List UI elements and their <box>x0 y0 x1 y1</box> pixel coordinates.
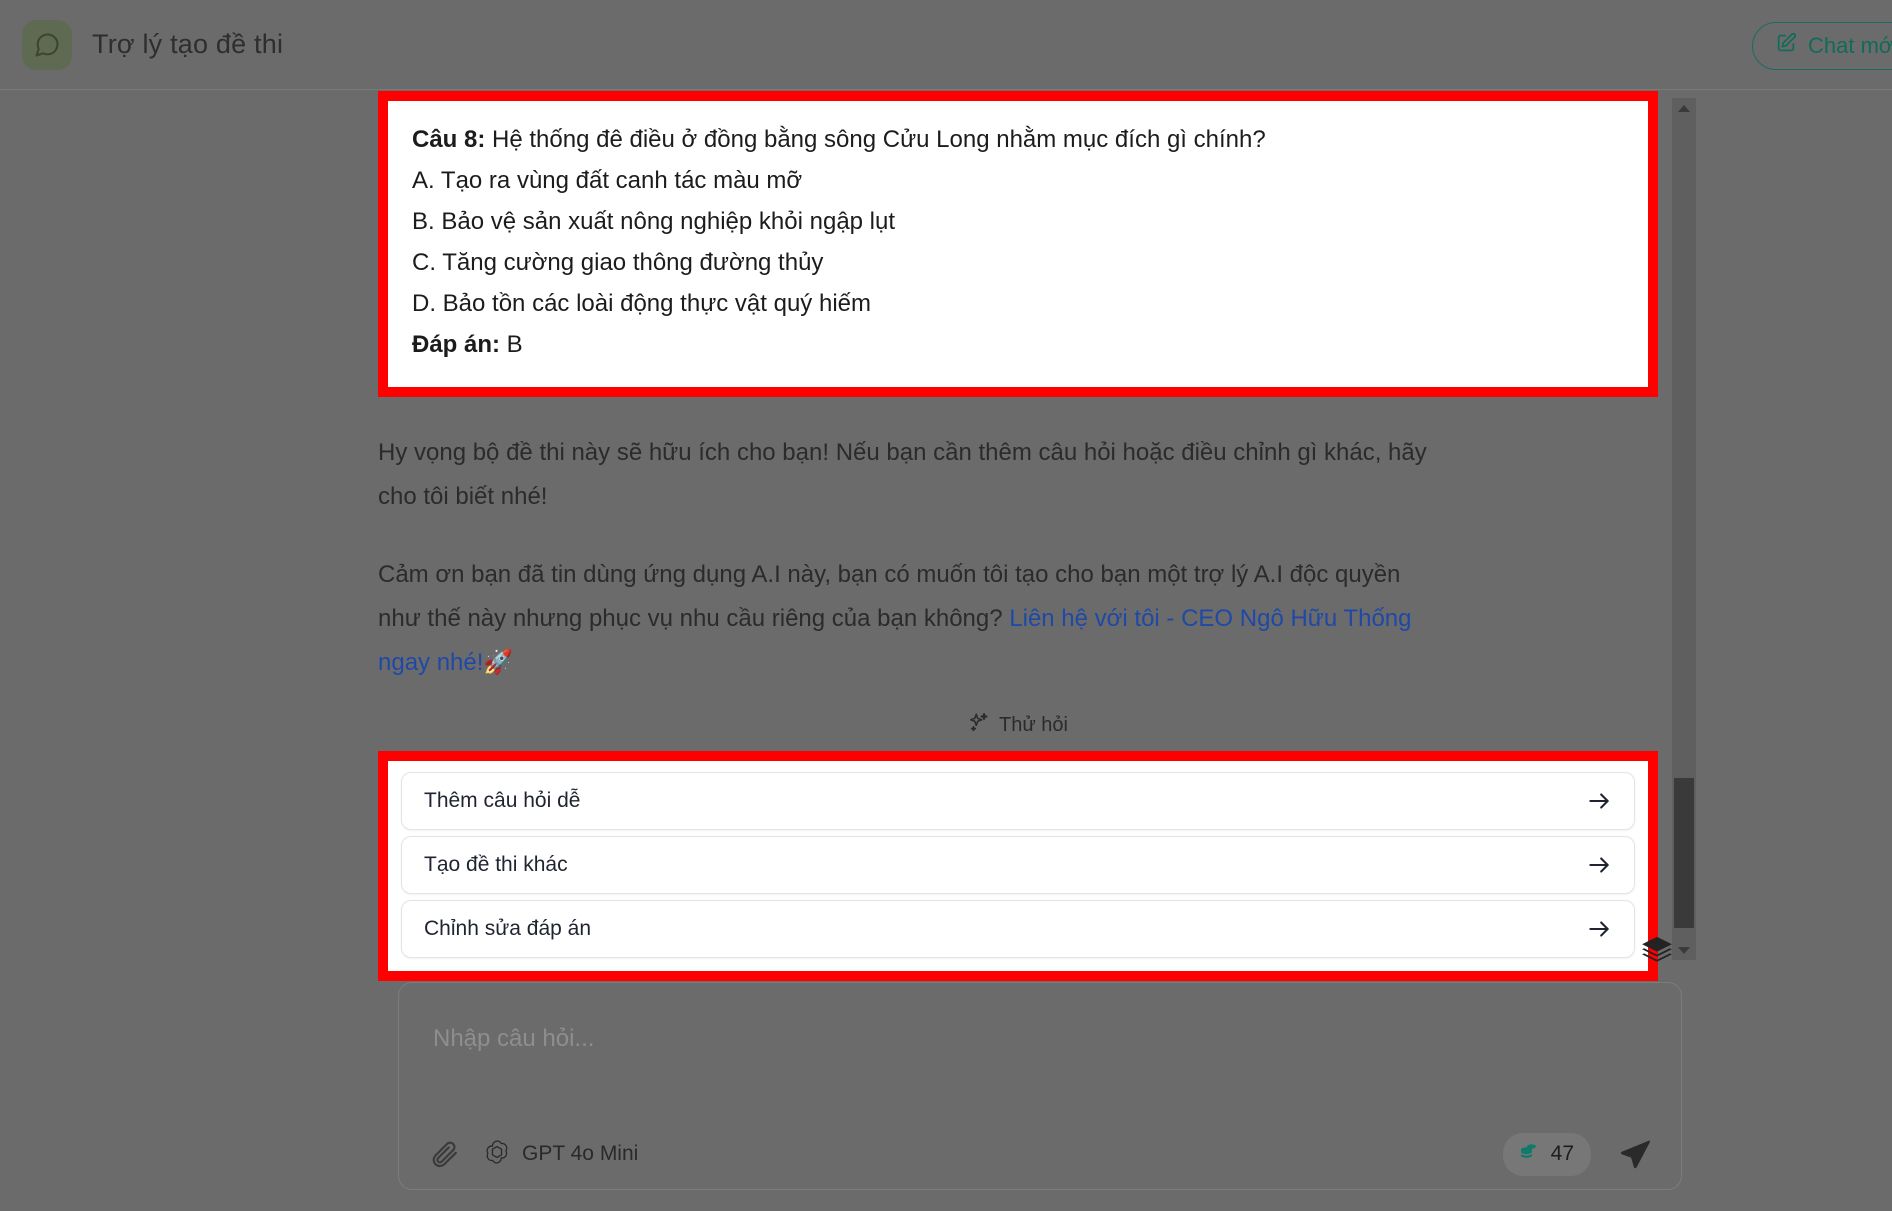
scrollbar-thumb[interactable] <box>1674 778 1694 928</box>
try-ask-label: Thử hỏi <box>999 713 1068 736</box>
assistant-avatar <box>22 19 72 70</box>
send-paper-plane-icon[interactable] <box>1617 1136 1653 1172</box>
layers-icon[interactable] <box>1640 934 1674 973</box>
answer-option-a: A. Tạo ra vùng đất canh tác màu mỡ <box>412 167 803 194</box>
arrow-right-icon <box>1586 852 1612 878</box>
credits-count: 47 <box>1550 1142 1574 1165</box>
question-label: Câu 8: <box>412 126 486 153</box>
question-line: Câu 8: Hệ thống đê điều ở đồng bằng sông… <box>412 119 1624 160</box>
question-text: Hệ thống đê điều ở đồng bằng sông Cửu Lo… <box>485 126 1266 153</box>
suggestion-card[interactable]: Thêm câu hỏi dễ <box>401 772 1635 830</box>
model-selector[interactable]: GPT 4o Mini <box>483 1138 638 1171</box>
suggestion-label: Thêm câu hỏi dễ <box>424 789 581 812</box>
answer-option-c: C. Tăng cường giao thông đường thủy <box>412 249 824 276</box>
coins-icon <box>1517 1140 1541 1169</box>
correct-answer-label: Đáp án: <box>412 331 501 358</box>
question-block: Câu 8: Hệ thống đê điều ở đồng bằng sông… <box>388 101 1648 387</box>
chat-bubble-icon <box>33 31 61 59</box>
scroll-down-arrow-icon[interactable] <box>1672 940 1696 960</box>
suggestion-label: Tạo đề thi khác <box>424 853 568 876</box>
app-header: Trợ lý tạo đề thi <box>0 0 1892 90</box>
openai-logo-icon <box>483 1138 511 1171</box>
sparkles-icon <box>968 711 990 739</box>
vertical-scrollbar[interactable] <box>1672 98 1696 960</box>
page-title: Trợ lý tạo đề thi <box>92 29 284 59</box>
scroll-up-arrow-icon[interactable] <box>1672 98 1696 118</box>
composer-toolbar: GPT 4o Mini 47 <box>399 1119 1681 1189</box>
suggestion-card[interactable]: Tạo đề thi khác <box>401 836 1635 894</box>
paperclip-icon[interactable] <box>429 1139 459 1169</box>
arrow-right-icon <box>1586 788 1612 814</box>
suggestions-highlight-box: Thêm câu hỏi dễ Tạo đề thi khác Chỉnh sử… <box>378 751 1658 981</box>
rocket-emoji-icon: 🚀 <box>483 649 514 676</box>
try-ask-header: Thử hỏi <box>378 711 1658 739</box>
model-name-label: GPT 4o Mini <box>522 1142 639 1165</box>
suggestion-card[interactable]: Chỉnh sửa đáp án <box>401 900 1635 958</box>
answer-option-d: D. Bảo tồn các loài động thực vật quý hi… <box>412 290 871 317</box>
promo-paragraph: Cảm ơn bạn đã tin dùng ứng dụng A.I này,… <box>378 553 1438 685</box>
message-input-placeholder[interactable]: Nhập câu hỏi... <box>433 1025 594 1053</box>
message-composer[interactable]: Nhập câu hỏi... GPT 4o Mini 47 <box>398 982 1682 1190</box>
closing-paragraph: Hy vọng bộ đề thi này sẽ hữu ích cho bạn… <box>378 439 1427 510</box>
correct-answer-line: Đáp án: B <box>412 324 1624 365</box>
credits-badge[interactable]: 47 <box>1502 1132 1591 1176</box>
message-column: Câu 8: Hệ thống đê điều ở đồng bằng sông… <box>378 91 1658 981</box>
arrow-right-icon <box>1586 916 1612 942</box>
correct-answer-value: B <box>500 331 523 358</box>
answer-option-b: B. Bảo vệ sản xuất nông nghiệp khỏi ngập… <box>412 208 896 235</box>
app-page: Trợ lý tạo đề thi Chat mới Câu 8: Hệ thố… <box>0 0 1892 1211</box>
new-chat-label: Chat mới <box>1808 33 1892 58</box>
suggestion-label: Chỉnh sửa đáp án <box>424 917 592 940</box>
edit-square-icon <box>1775 32 1797 60</box>
new-chat-button[interactable]: Chat mới <box>1752 22 1892 70</box>
question-highlight-box: Câu 8: Hệ thống đê điều ở đồng bằng sông… <box>378 91 1658 397</box>
